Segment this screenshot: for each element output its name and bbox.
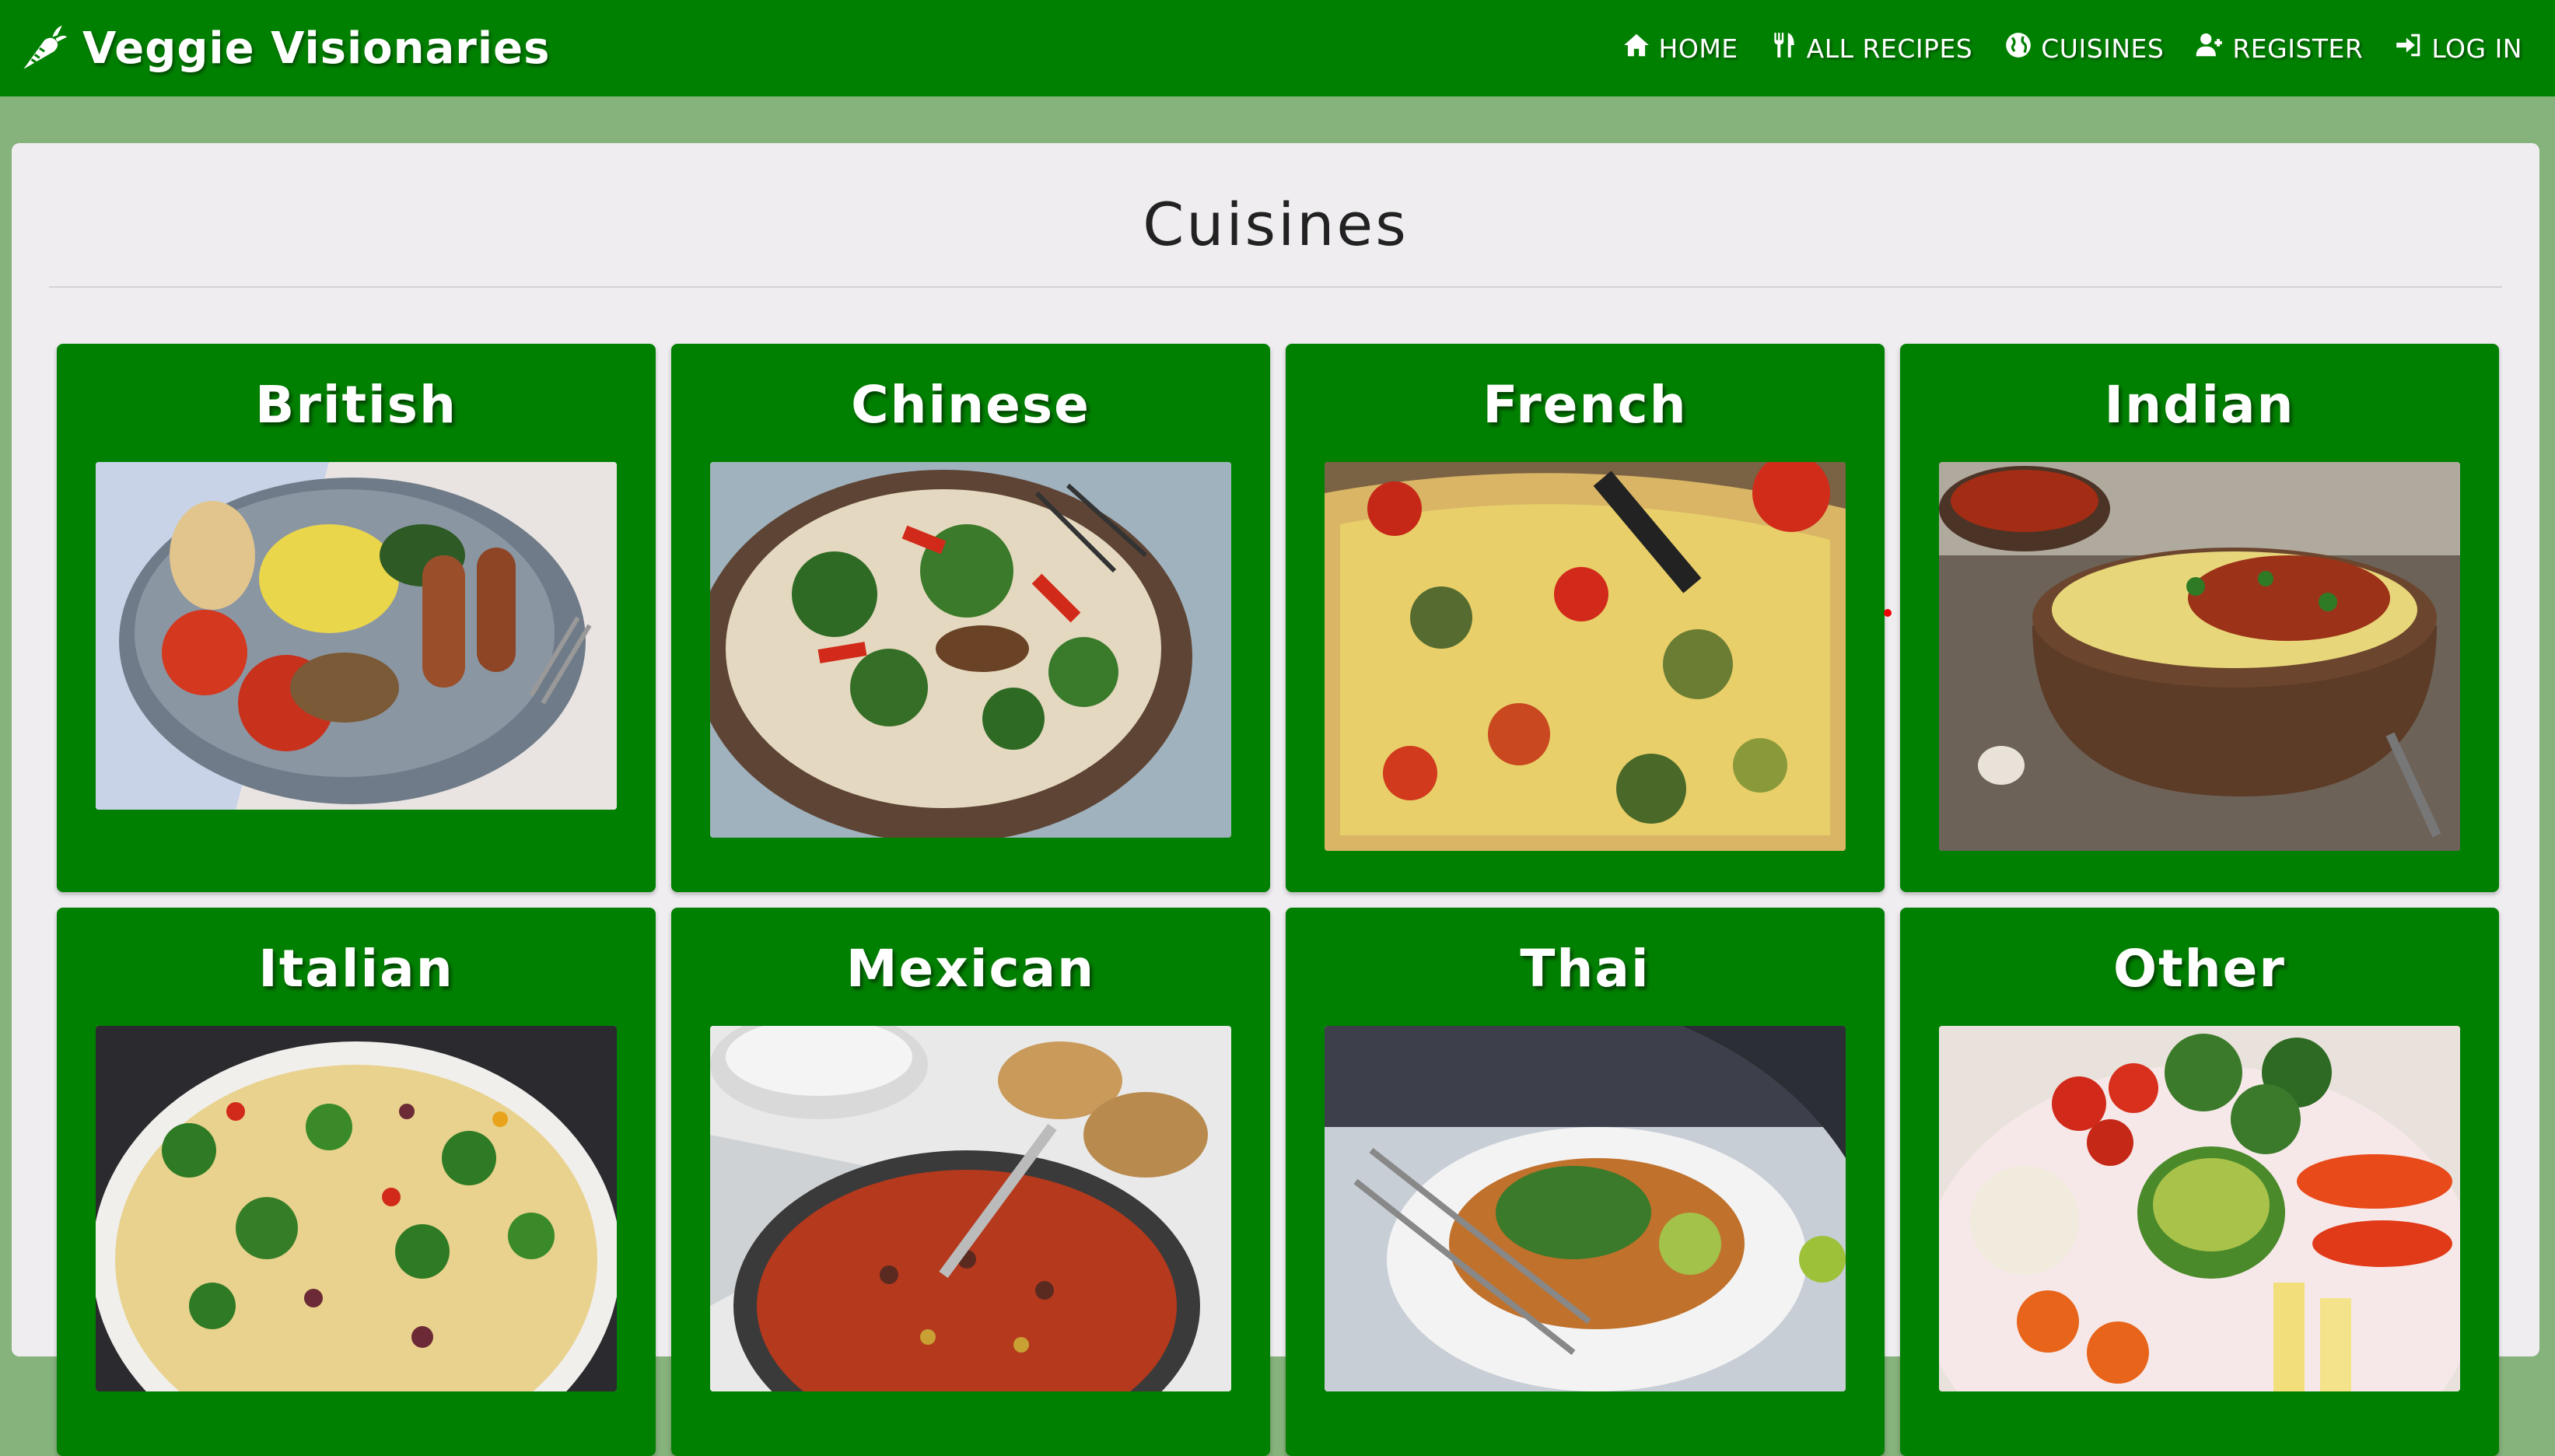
chinese-stirfry-photo — [710, 462, 1231, 838]
cuisine-title: French — [1482, 375, 1688, 435]
top-navbar: Veggie Visionaries HOME ALL RECIPES CUIS… — [0, 0, 2555, 96]
utensils-icon — [1769, 30, 1799, 66]
nav-log-in[interactable]: LOG IN — [2394, 30, 2522, 66]
page-title: Cuisines — [1143, 190, 1409, 259]
cuisine-title: Thai — [1520, 939, 1650, 999]
user-plus-icon — [2195, 30, 2224, 66]
mexican-chili-photo — [710, 1026, 1231, 1391]
title-divider — [49, 286, 2502, 288]
cuisine-title: Italian — [258, 939, 454, 999]
italian-pasta-photo — [96, 1026, 617, 1391]
thai-noodles-photo — [1325, 1026, 1846, 1391]
cuisine-card-french[interactable]: French — [1286, 344, 1885, 892]
home-icon — [1622, 30, 1651, 66]
cuisine-card-other[interactable]: Other — [1900, 908, 2499, 1456]
globe-icon — [2004, 30, 2033, 66]
cuisine-card-mexican[interactable]: Mexican — [671, 908, 1270, 1456]
cuisine-card-chinese[interactable]: Chinese — [671, 344, 1270, 892]
nav-log-in-label: LOG IN — [2431, 33, 2522, 64]
sign-in-icon — [2394, 30, 2424, 66]
cuisine-card-british[interactable]: British — [57, 344, 656, 892]
indian-dish-photo — [1939, 462, 2460, 851]
cuisine-title: Chinese — [851, 375, 1090, 435]
nav-cuisines-label: CUISINES — [2041, 33, 2165, 64]
cuisine-title: Other — [2113, 939, 2286, 999]
cuisine-title: Indian — [2104, 375, 2295, 435]
cuisine-card-italian[interactable]: Italian — [57, 908, 656, 1456]
carrot-icon — [17, 23, 68, 74]
nav-register[interactable]: REGISTER — [2195, 30, 2363, 66]
cuisine-title: Mexican — [845, 939, 1096, 999]
nav-register-label: REGISTER — [2232, 33, 2364, 64]
nav-all-recipes[interactable]: ALL RECIPES — [1769, 30, 1973, 66]
stray-dot — [1884, 609, 1892, 617]
brand-name: Veggie Visionaries — [82, 23, 551, 74]
french-quiche-photo — [1325, 462, 1846, 851]
nav-links: HOME ALL RECIPES CUISINES REGISTER LOG I… — [1622, 30, 2522, 66]
british-breakfast-photo — [96, 462, 617, 810]
nav-home-label: HOME — [1658, 33, 1738, 64]
other-veggie-platter-photo — [1939, 1026, 2460, 1391]
cuisine-title: British — [255, 375, 457, 435]
cuisine-card-thai[interactable]: Thai — [1286, 908, 1885, 1456]
nav-all-recipes-label: ALL RECIPES — [1806, 33, 1973, 64]
nav-home[interactable]: HOME — [1622, 30, 1738, 66]
brand-link[interactable]: Veggie Visionaries — [17, 23, 550, 74]
cuisine-card-indian[interactable]: Indian — [1900, 344, 2499, 892]
nav-cuisines[interactable]: CUISINES — [2004, 30, 2164, 66]
